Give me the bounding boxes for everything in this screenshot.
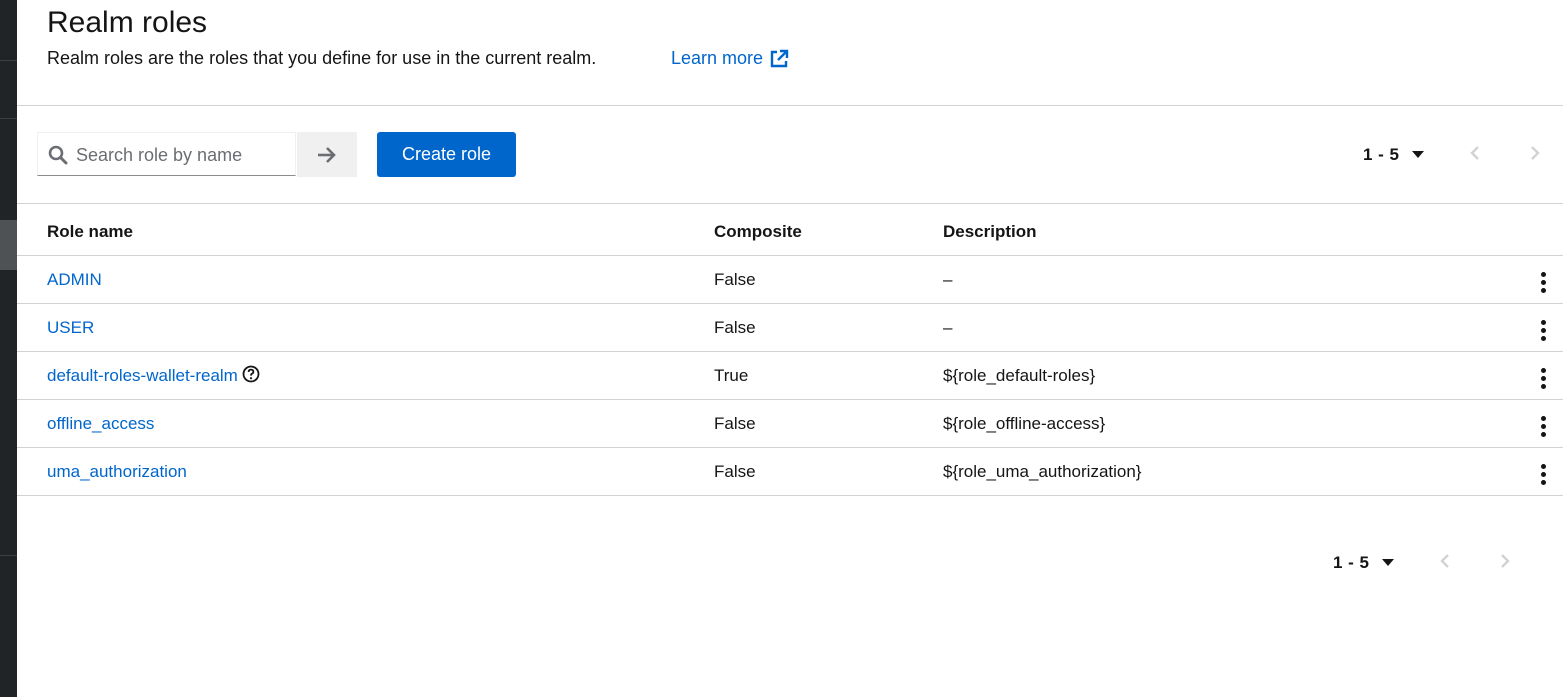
search-submit-button[interactable] bbox=[297, 132, 357, 177]
previous-page-button[interactable] bbox=[1433, 549, 1457, 573]
page-header: Realm roles Realm roles are the roles th… bbox=[17, 0, 1563, 106]
actions-cell bbox=[1523, 303, 1563, 352]
role-link[interactable]: offline_access bbox=[47, 414, 154, 433]
next-page-button[interactable] bbox=[1493, 549, 1517, 573]
chevron-left-icon bbox=[1440, 554, 1449, 568]
actions-cell bbox=[1523, 399, 1563, 448]
composite-cell: True bbox=[714, 351, 943, 400]
sidebar-divider bbox=[0, 555, 17, 556]
table-header-row: Role name Composite Description bbox=[17, 208, 1563, 256]
description-cell: – bbox=[943, 255, 1523, 304]
actions-cell bbox=[1523, 255, 1563, 304]
role-name-cell: default-roles-wallet-realm bbox=[17, 351, 714, 400]
table-row: uma_authorization False ${role_uma_autho… bbox=[17, 447, 1563, 496]
role-name-cell: ADMIN bbox=[17, 255, 714, 304]
column-header-actions bbox=[1523, 208, 1563, 256]
role-name-cell: uma_authorization bbox=[17, 447, 714, 496]
table-row: USER False – bbox=[17, 303, 1563, 352]
role-link[interactable]: uma_authorization bbox=[47, 462, 187, 481]
actions-cell bbox=[1523, 351, 1563, 400]
description-cell: ${role_offline-access} bbox=[943, 399, 1523, 448]
sidebar-divider bbox=[0, 60, 17, 61]
caret-down-icon[interactable] bbox=[1381, 559, 1394, 567]
learn-more-link[interactable]: Learn more bbox=[671, 48, 789, 69]
table-row: default-roles-wallet-realm True ${role_d… bbox=[17, 351, 1563, 400]
sidebar-item-active[interactable] bbox=[0, 220, 17, 270]
chevron-right-icon bbox=[1501, 554, 1510, 568]
search-input[interactable] bbox=[76, 141, 291, 169]
pagination-range[interactable]: 1 - 5 bbox=[1333, 553, 1370, 573]
sidebar-divider bbox=[0, 118, 17, 119]
page-description: Realm roles are the roles that you defin… bbox=[47, 48, 597, 68]
pagination-top: 1 - 5 bbox=[1363, 145, 1540, 165]
kebab-menu-icon[interactable] bbox=[1537, 412, 1550, 441]
sidebar bbox=[0, 0, 17, 697]
description-cell: ${role_uma_authorization} bbox=[943, 447, 1523, 496]
previous-page-button[interactable] bbox=[1463, 141, 1487, 165]
learn-more-label: Learn more bbox=[671, 48, 764, 68]
column-header-description: Description bbox=[943, 208, 1523, 256]
roles-table: Role name Composite Description ADMIN Fa… bbox=[17, 208, 1563, 496]
arrow-right-icon bbox=[318, 146, 336, 163]
pagination-bottom: 1 - 5 bbox=[1333, 553, 1510, 573]
role-link[interactable]: default-roles-wallet-realm bbox=[47, 366, 238, 385]
composite-cell: False bbox=[714, 447, 943, 496]
chevron-right-icon bbox=[1531, 146, 1540, 160]
pagination-range[interactable]: 1 - 5 bbox=[1363, 145, 1400, 165]
role-name-cell: USER bbox=[17, 303, 714, 352]
kebab-menu-icon[interactable] bbox=[1537, 364, 1550, 393]
next-page-button[interactable] bbox=[1523, 141, 1547, 165]
toolbar: Create role 1 - 5 bbox=[17, 106, 1563, 204]
search-group bbox=[37, 132, 357, 177]
column-header-composite: Composite bbox=[714, 208, 943, 256]
kebab-menu-icon[interactable] bbox=[1537, 460, 1550, 489]
column-header-role-name: Role name bbox=[17, 208, 714, 256]
kebab-menu-icon[interactable] bbox=[1537, 268, 1550, 297]
composite-cell: False bbox=[714, 303, 943, 352]
actions-cell bbox=[1523, 447, 1563, 496]
chevron-left-icon bbox=[1470, 146, 1479, 160]
role-link[interactable]: USER bbox=[47, 318, 94, 337]
page-title: Realm roles bbox=[47, 6, 208, 39]
main-content: Realm roles Realm roles are the roles th… bbox=[17, 0, 1563, 697]
table-row: offline_access False ${role_offline-acce… bbox=[17, 399, 1563, 448]
help-icon[interactable] bbox=[242, 365, 260, 383]
create-role-button[interactable]: Create role bbox=[377, 132, 516, 177]
description-cell: ${role_default-roles} bbox=[943, 351, 1523, 400]
search-icon bbox=[48, 145, 68, 165]
search-box bbox=[37, 132, 296, 176]
external-link-icon bbox=[770, 49, 789, 67]
role-name-cell: offline_access bbox=[17, 399, 714, 448]
kebab-menu-icon[interactable] bbox=[1537, 316, 1550, 345]
composite-cell: False bbox=[714, 255, 943, 304]
composite-cell: False bbox=[714, 399, 943, 448]
role-link[interactable]: ADMIN bbox=[47, 270, 102, 289]
table-row: ADMIN False – bbox=[17, 255, 1563, 304]
caret-down-icon[interactable] bbox=[1411, 151, 1424, 159]
description-cell: – bbox=[943, 303, 1523, 352]
